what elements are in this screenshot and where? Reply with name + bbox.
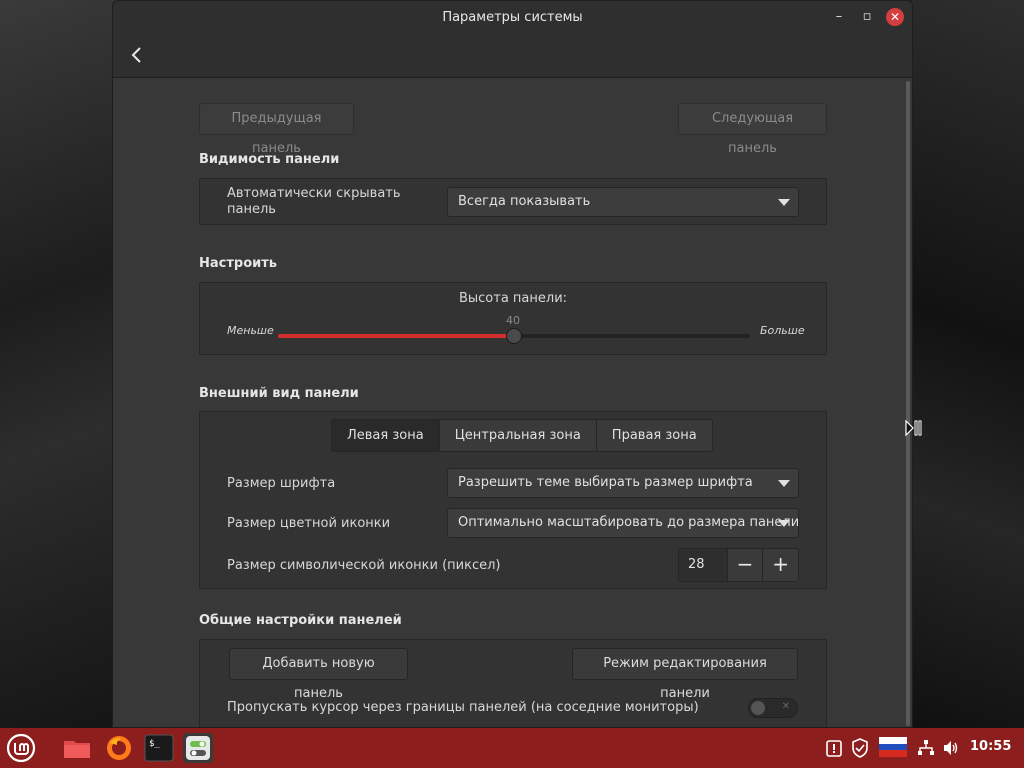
appearance-panel: Левая зона Центральная зона Правая зона …	[199, 411, 827, 589]
add-panel-button[interactable]: Добавить новую панель	[229, 648, 408, 701]
terminal-icon: $_	[144, 734, 174, 762]
volume-icon[interactable]	[942, 739, 960, 759]
general-section-title: Общие настройки панелей	[199, 613, 402, 628]
terminal-launcher[interactable]: $_	[144, 733, 174, 763]
desktop-background-left	[0, 0, 120, 730]
dropdown-arrow-icon	[778, 480, 790, 487]
slider-value: 40	[506, 314, 520, 327]
color-icon-label: Размер цветной иконки	[227, 516, 391, 531]
symbolic-icon-stepper: 28 − +	[678, 548, 799, 582]
tab-center-zone[interactable]: Центральная зона	[439, 420, 597, 451]
customize-section-title: Настроить	[199, 256, 277, 271]
slider-less-label: Меньше	[227, 324, 274, 337]
color-icon-combo[interactable]: Оптимально масштабировать до размера пан…	[447, 508, 799, 538]
scrollbar[interactable]	[906, 81, 910, 726]
mint-logo-icon	[6, 733, 36, 763]
files-launcher[interactable]	[62, 733, 92, 763]
chevron-left-icon	[131, 47, 141, 63]
folder-icon	[64, 741, 90, 758]
settings-window: Параметры системы – ▫ ✕ Предыдущая панел…	[112, 0, 913, 728]
titlebar: Параметры системы – ▫ ✕	[113, 1, 912, 78]
svg-text:$_: $_	[149, 739, 160, 749]
settings-launcher[interactable]	[183, 733, 213, 763]
panel-height-label: Высота панели:	[458, 291, 568, 306]
slider-handle[interactable]	[506, 328, 522, 344]
symbolic-icon-label: Размер символической иконки (пиксел)	[227, 558, 501, 573]
customize-panel: Высота панели: Меньше Больше 40	[199, 282, 827, 355]
slider-fill	[278, 334, 514, 338]
back-button[interactable]	[127, 43, 147, 67]
pass-cursor-toggle[interactable]: ✕	[748, 698, 798, 718]
network-icon[interactable]	[917, 739, 935, 759]
zone-tabs: Левая зона Центральная зона Правая зона	[331, 419, 713, 452]
font-size-label: Размер шрифта	[227, 476, 336, 491]
prev-panel-button[interactable]: Предыдущая панель	[199, 103, 354, 156]
autohide-combo-value: Всегда показывать	[458, 194, 591, 209]
font-size-combo-value: Разрешить теме выбирать размер шрифта	[458, 475, 753, 490]
pass-cursor-label: Пропускать курсор через границы панелей …	[227, 700, 699, 715]
edit-mode-button[interactable]: Режим редактирования панели	[572, 648, 798, 701]
window-title: Параметры системы	[442, 10, 583, 25]
desktop-background-right	[912, 0, 1024, 730]
firefox-launcher[interactable]	[104, 733, 134, 763]
next-panel-button[interactable]: Следующая панель	[678, 103, 827, 156]
decrement-button[interactable]: −	[726, 549, 763, 581]
tab-right-zone[interactable]: Правая зона	[596, 420, 712, 451]
taskbar: $_ 10:55	[0, 728, 1024, 768]
autohide-combo[interactable]: Всегда показывать	[447, 187, 799, 217]
close-button[interactable]: ✕	[886, 8, 904, 26]
tab-left-zone[interactable]: Левая зона	[332, 420, 440, 451]
menu-button[interactable]	[6, 733, 36, 763]
toggle-knob	[751, 701, 765, 715]
toggle-off-icon: ✕	[781, 701, 790, 712]
minimize-button[interactable]: –	[830, 8, 848, 26]
font-size-combo[interactable]: Разрешить теме выбирать размер шрифта	[447, 468, 799, 498]
increment-button[interactable]: +	[762, 549, 798, 581]
autohide-label: Автоматически скрывать панель	[227, 186, 401, 217]
general-panel: Добавить новую панель Режим редактирован…	[199, 639, 827, 727]
firefox-icon	[107, 736, 131, 760]
slider-more-label: Больше	[760, 324, 805, 337]
symbolic-icon-value[interactable]: 28	[679, 549, 727, 581]
dropdown-arrow-icon	[778, 520, 790, 527]
resize-cursor-icon	[904, 418, 924, 438]
keyboard-layout-flag-icon[interactable]	[879, 737, 907, 757]
visibility-section-title: Видимость панели	[199, 152, 340, 167]
clock[interactable]: 10:55	[970, 739, 1011, 754]
maximize-button[interactable]: ▫	[858, 8, 876, 26]
updates-icon[interactable]	[826, 739, 842, 759]
visibility-panel: Автоматически скрывать панель Всегда пок…	[199, 178, 827, 225]
color-icon-combo-value: Оптимально масштабировать до размера пан…	[458, 515, 799, 530]
appearance-section-title: Внешний вид панели	[199, 386, 359, 401]
shield-icon[interactable]	[851, 738, 869, 758]
dropdown-arrow-icon	[778, 199, 790, 206]
toggles-icon	[186, 736, 210, 760]
